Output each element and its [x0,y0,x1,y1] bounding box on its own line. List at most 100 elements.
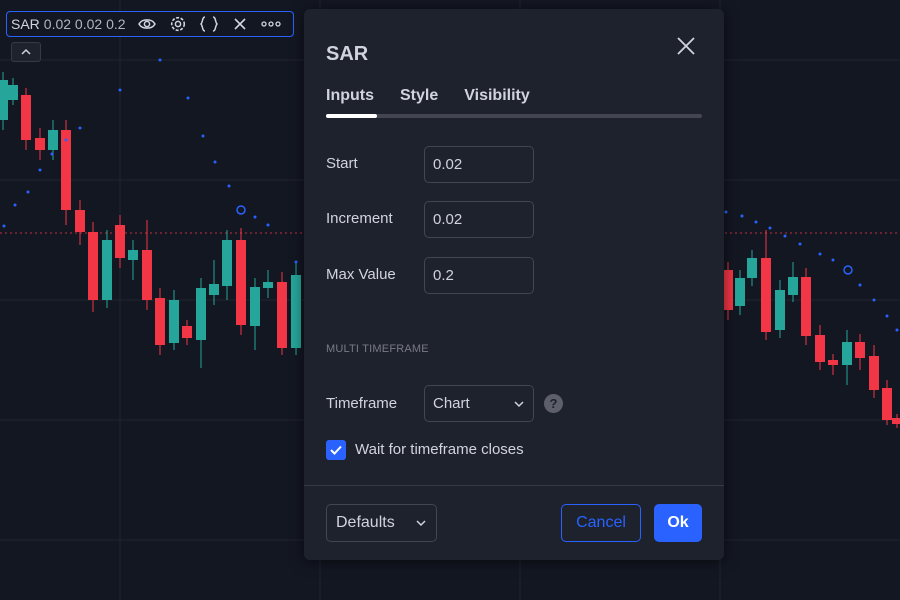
candle [761,230,771,340]
indicator-settings-dialog: SAR Inputs Style Visibility Start 0.02 I… [304,9,724,560]
candle [35,128,45,160]
wait-timeframe-label[interactable]: Wait for timeframe closes [355,441,524,458]
defaults-dropdown-button[interactable]: Defaults [326,504,437,542]
candle [735,270,745,315]
indicator-values: 0.02 0.02 0.2 [43,16,126,32]
sar-dot [64,138,68,142]
collapse-legend-button[interactable] [11,42,41,62]
candle [801,268,811,345]
sar-dot [831,258,835,262]
sar-dot [2,224,6,228]
candle [277,272,287,355]
sar-dot [38,168,42,172]
candle [8,78,18,105]
timeframe-select[interactable]: Chart [424,385,534,422]
indicator-name[interactable]: SAR [11,16,40,32]
candle [102,230,112,308]
candle [828,354,838,375]
sar-dot [50,152,54,156]
sar-dot [227,184,231,188]
candle [115,215,125,268]
dialog-tabs: Inputs Style Visibility [326,87,530,117]
tab-track [326,114,702,118]
sar-dot [158,58,162,62]
tab-visibility[interactable]: Visibility [464,87,530,117]
max-value-input[interactable]: 0.2 [424,257,534,294]
tab-active-indicator [326,114,377,118]
sar-dot [783,234,787,238]
candle [222,230,232,300]
candle [61,120,71,225]
close-icon[interactable] [225,12,256,36]
start-label: Start [326,155,358,172]
chevron-down-icon [416,520,426,527]
candle [182,320,192,345]
sar-dot [213,160,217,164]
candle [723,262,733,320]
ok-button[interactable]: Ok [654,504,702,542]
candle [155,288,165,355]
eye-icon[interactable] [132,12,163,36]
cancel-button[interactable]: Cancel [561,504,641,542]
candle [196,278,206,368]
close-icon [677,37,695,55]
section-title-multi-timeframe: MULTI TIMEFRAME [326,343,429,355]
candle [0,72,8,130]
indicator-legend[interactable]: SAR 0.02 0.02 0.2 [6,11,294,37]
close-dialog-button[interactable] [674,34,698,58]
candle [788,262,798,302]
increment-label: Increment [326,210,393,227]
candle [250,278,260,350]
sar-dot [872,298,876,302]
sar-dot [895,328,899,332]
chevron-up-icon [21,48,31,55]
tab-style[interactable]: Style [400,87,438,117]
sar-dot [13,203,17,207]
sar-dot [724,210,728,214]
increment-input[interactable]: 0.02 [424,201,534,238]
candle [209,260,219,305]
sar-dot [118,88,122,92]
candle [775,280,785,338]
sar-dot [754,220,758,224]
sar-dot [78,126,82,130]
sar-dot [201,134,205,138]
timeframe-label: Timeframe [326,395,398,412]
more-icon[interactable] [256,12,287,36]
chevron-down-icon [514,400,524,407]
candle [842,330,852,385]
candle [128,240,138,280]
candle [169,290,179,350]
wait-timeframe-checkbox[interactable] [326,440,346,460]
candle [815,325,825,370]
timeframe-selected-value: Chart [433,395,470,412]
checkmark-icon [330,445,342,455]
candle [747,250,757,286]
candle [236,228,246,335]
dialog-title: SAR [326,43,369,65]
sar-dot [26,190,30,194]
candle [855,334,865,370]
max-value-label: Max Value [326,266,396,283]
sar-dot [798,242,802,246]
candle [892,414,900,428]
sar-dot [236,205,246,215]
sar-dot [253,215,257,219]
candle [88,222,98,312]
sar-dot [768,226,772,230]
start-input[interactable]: 0.02 [424,146,534,183]
gear-icon[interactable] [163,12,194,36]
tab-inputs[interactable]: Inputs [326,87,374,117]
sar-dot [186,96,190,100]
sar-dot [266,223,270,227]
sar-dot [818,252,822,256]
help-icon[interactable]: ? [544,394,563,413]
candle [21,88,31,150]
braces-icon[interactable] [194,12,225,36]
candle [75,200,85,245]
sar-dot [294,260,298,264]
candle [291,262,301,355]
candle [263,270,273,298]
candle [869,345,879,398]
defaults-label: Defaults [336,514,395,531]
